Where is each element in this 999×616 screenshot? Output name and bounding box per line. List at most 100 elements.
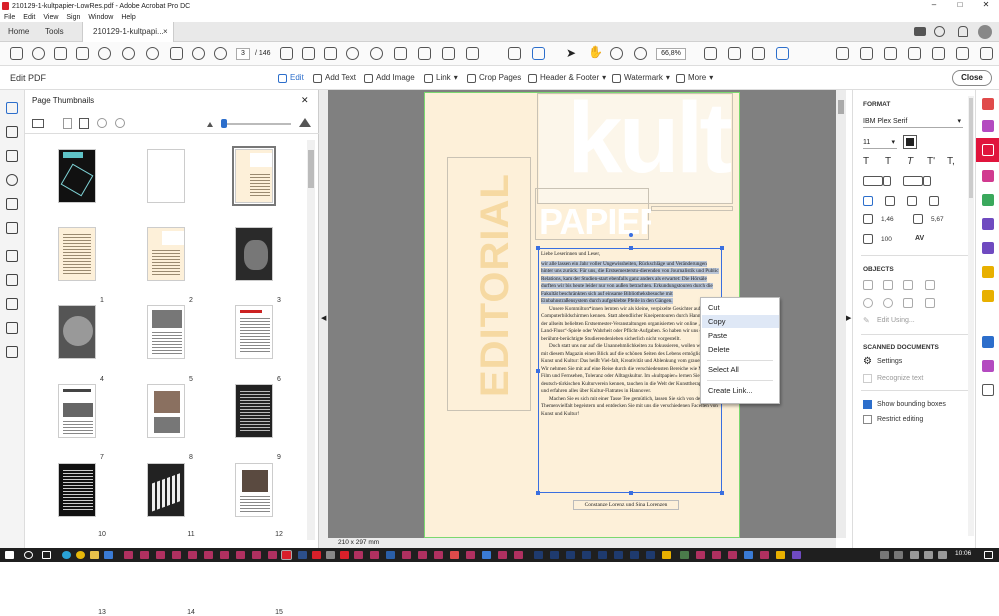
app-icon[interactable] bbox=[220, 551, 229, 559]
app-icon[interactable] bbox=[434, 551, 443, 559]
zoom-level-field[interactable]: 66,8% bbox=[656, 48, 686, 60]
find-icon[interactable] bbox=[324, 47, 337, 60]
app-icon[interactable] bbox=[728, 551, 737, 559]
thumbnail-page[interactable] bbox=[58, 149, 96, 203]
line-spacing-icon[interactable] bbox=[863, 214, 873, 224]
app-icon[interactable] bbox=[646, 551, 655, 559]
marquee-zoom-icon[interactable] bbox=[704, 47, 717, 60]
app-icon[interactable] bbox=[744, 551, 753, 559]
rotate-left-icon[interactable] bbox=[97, 118, 107, 128]
stamp-icon[interactable] bbox=[908, 47, 921, 60]
tab-close-icon[interactable]: × bbox=[163, 22, 168, 42]
text-size-down-icon[interactable]: T bbox=[885, 156, 891, 167]
order-icon[interactable] bbox=[6, 274, 18, 286]
menu-edit[interactable]: Edit bbox=[23, 14, 35, 21]
subscript-icon[interactable]: T, bbox=[947, 156, 955, 167]
tray-icon[interactable] bbox=[880, 551, 889, 559]
line-spacing-value[interactable]: 1,46 bbox=[881, 216, 894, 223]
edit-using-dropdown[interactable]: Edit Using... bbox=[877, 317, 915, 324]
print-icon[interactable] bbox=[54, 47, 67, 60]
battery-icon[interactable] bbox=[938, 551, 947, 559]
chat-icon[interactable] bbox=[914, 27, 926, 36]
add-image-button[interactable]: Add Image bbox=[364, 66, 415, 90]
app-icon[interactable] bbox=[298, 551, 307, 559]
thumbnail-page[interactable] bbox=[147, 305, 185, 359]
maximize-button[interactable]: □ bbox=[950, 0, 970, 9]
thumbnail-page[interactable] bbox=[58, 463, 96, 517]
paragraph-3[interactable]: Doch statt uns nur auf die Unannehmlichk… bbox=[541, 343, 719, 396]
resize-handle[interactable] bbox=[536, 369, 540, 373]
app-icon[interactable] bbox=[252, 551, 261, 559]
comment-icon[interactable] bbox=[170, 47, 183, 60]
app-icon[interactable] bbox=[566, 551, 575, 559]
close-edit-button[interactable]: Close bbox=[952, 70, 992, 86]
comment-tool-icon[interactable] bbox=[836, 47, 849, 60]
app-icon[interactable] bbox=[662, 551, 671, 559]
bullet-list-icon[interactable] bbox=[863, 176, 883, 186]
signature-box[interactable]: Constanze Lorenz und Sina Lorenzen bbox=[573, 500, 679, 510]
acrobat-taskbar-icon[interactable] bbox=[281, 550, 292, 560]
share-icon[interactable] bbox=[932, 47, 945, 60]
prepare-form-icon[interactable] bbox=[982, 360, 994, 372]
subtitle-box[interactable] bbox=[651, 206, 733, 211]
char-spacing-value[interactable]: 5,67 bbox=[931, 216, 944, 223]
resize-handle[interactable] bbox=[536, 491, 540, 495]
close-panel-icon[interactable]: ✕ bbox=[301, 95, 309, 106]
thumbnail-page[interactable] bbox=[235, 305, 273, 359]
scroll-thumb[interactable] bbox=[838, 100, 844, 114]
app-icon[interactable] bbox=[386, 551, 395, 559]
tab-document[interactable]: 210129-1-kultpapi... × bbox=[82, 22, 174, 42]
insert-page-icon[interactable] bbox=[79, 118, 89, 129]
bookmark-icon[interactable] bbox=[6, 126, 18, 138]
app-icon[interactable] bbox=[712, 551, 721, 559]
app-icon[interactable] bbox=[236, 551, 245, 559]
thumbnail-page-selected[interactable] bbox=[232, 146, 276, 206]
menu-item-cut[interactable]: Cut bbox=[702, 301, 779, 314]
app-icon[interactable] bbox=[140, 551, 149, 559]
rotate-cw-icon[interactable] bbox=[883, 298, 893, 308]
create-pdf-icon[interactable] bbox=[982, 98, 994, 110]
rotate-right-icon[interactable] bbox=[115, 118, 125, 128]
signature-panel-icon[interactable] bbox=[6, 150, 18, 162]
paragraph-2[interactable]: Unsere Kommilton*innen lernten wir als k… bbox=[541, 306, 719, 344]
collapse-right-icon[interactable]: ▶ bbox=[846, 314, 851, 322]
app-icon[interactable] bbox=[354, 551, 363, 559]
notification-icon[interactable] bbox=[984, 551, 993, 559]
more-button[interactable]: More ▾ bbox=[676, 66, 713, 90]
menu-item-paste[interactable]: Paste bbox=[702, 329, 779, 342]
organize-pages-icon[interactable] bbox=[982, 194, 994, 206]
resize-handle[interactable] bbox=[720, 246, 724, 250]
rotate-icon[interactable] bbox=[346, 47, 359, 60]
scale-value[interactable]: 100 bbox=[881, 236, 892, 243]
minimize-button[interactable]: – bbox=[924, 0, 944, 9]
thumbnail-page[interactable] bbox=[147, 463, 185, 517]
menu-item-select-all[interactable]: Select All bbox=[702, 363, 779, 376]
tab-tools[interactable]: Tools bbox=[45, 22, 64, 42]
explorer-icon[interactable] bbox=[90, 551, 99, 559]
structure-icon[interactable] bbox=[6, 322, 18, 334]
rotate-handle[interactable] bbox=[629, 233, 633, 237]
close-window-button[interactable]: ✕ bbox=[976, 0, 996, 9]
mail-share-icon[interactable] bbox=[956, 47, 969, 60]
menu-help[interactable]: Help bbox=[121, 14, 135, 21]
menu-item-create-link[interactable]: Create Link... bbox=[702, 384, 779, 397]
collapse-left-icon[interactable]: ◀ bbox=[321, 314, 326, 322]
app-icon[interactable] bbox=[450, 551, 459, 559]
app-icon[interactable] bbox=[402, 551, 411, 559]
panel-splitter[interactable]: ◀ bbox=[319, 90, 328, 548]
font-family-dropdown[interactable]: IBM Plex Serif ▾ bbox=[863, 115, 963, 128]
app-icon[interactable] bbox=[614, 551, 623, 559]
windows-start-icon[interactable] bbox=[5, 551, 14, 559]
fit-to-window-icon[interactable] bbox=[728, 47, 741, 60]
superscript-icon[interactable]: T' bbox=[927, 156, 935, 167]
thumbnail-page[interactable] bbox=[235, 463, 273, 517]
resize-handle[interactable] bbox=[629, 246, 633, 250]
editorial-text-box[interactable]: Liebe Leserinnen und Leser, wir alle las… bbox=[538, 248, 722, 493]
app-icon[interactable] bbox=[582, 551, 591, 559]
page-icon[interactable] bbox=[394, 47, 407, 60]
tools-more-icon[interactable] bbox=[982, 384, 994, 396]
edge-icon[interactable] bbox=[62, 551, 71, 559]
app-icon[interactable] bbox=[340, 551, 349, 559]
task-view-icon[interactable] bbox=[42, 551, 51, 559]
papier-heading-box[interactable]: PAPIER bbox=[537, 201, 651, 241]
